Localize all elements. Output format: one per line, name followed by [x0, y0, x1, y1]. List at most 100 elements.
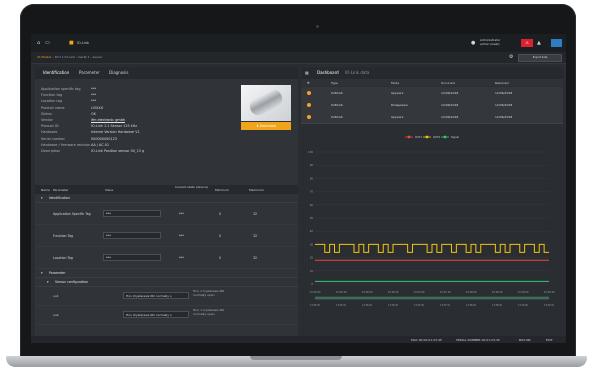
info-key: Status [41, 111, 52, 116]
info-key: Vendor [41, 117, 53, 122]
menu-button[interactable] [551, 39, 562, 47]
legend-marker [443, 135, 447, 139]
param-current: *** [179, 256, 184, 260]
breadcrumb-master[interactable]: IO-Master [37, 55, 52, 59]
status-mac: MAC 00:02:01:23:45 [411, 338, 442, 342]
y-tick-label: 10 [310, 269, 314, 273]
breadcrumb: IO-Master › Port 1 IO-Link › Gerät 1 › s… [37, 55, 103, 59]
export-button[interactable]: Export data [518, 54, 562, 62]
table-row: Application Specific Tag *** *** 0 32 [35, 203, 298, 225]
device-image [241, 85, 291, 121]
param-name: Application Specific Tag [53, 212, 91, 216]
user-icon[interactable]: ● [471, 40, 475, 46]
warning-icon [307, 91, 311, 95]
navigator-tick-label: 13:39:30 [544, 304, 554, 307]
event-mode: Appears [391, 91, 404, 95]
param-select[interactable]: Hno (hysteresis NO normally o [123, 292, 189, 299]
status-exit[interactable]: EXIT [546, 338, 553, 342]
section-parameter[interactable]: ▾ Parameter [35, 269, 298, 278]
info-key: Product name [41, 105, 65, 110]
navigator-tick-label: 13:36:30 [388, 304, 398, 307]
navigator-tick-label: 13:35:30 [336, 304, 346, 307]
tab-iolink-data[interactable]: IO-Link data [345, 70, 369, 75]
download-button[interactable]: ⬇ Download [241, 122, 291, 130]
alarm-button[interactable]: ⚠ [521, 39, 533, 47]
subsection-sensor-config[interactable]: ▾ Sensor configuration [35, 278, 298, 287]
download-label: Download [259, 124, 276, 128]
legend-label: Signal [451, 135, 459, 139]
info-value: AA / AC.01 [91, 142, 110, 147]
event-occurred: 12/06/2018 [441, 91, 459, 95]
tab-identification[interactable]: Identification [43, 70, 69, 75]
tab-parameter[interactable]: Parameter [79, 70, 100, 75]
info-key: Serial number [41, 136, 65, 141]
app-screen: ⌂ ▭ ■ IO-Link ● Administrator admin (Gas… [31, 34, 566, 343]
table-header: Name Parameter Value Current state (devi… [35, 185, 298, 194]
x-tick-label: 13:37:00 [414, 291, 425, 294]
param-input[interactable]: *** [103, 232, 161, 239]
navigator-tick-label: 13:38:30 [492, 304, 502, 307]
legend-label: OUT2 [433, 135, 441, 139]
top-bar: ⌂ ▭ ■ IO-Link ● Administrator admin (Gas… [31, 34, 566, 52]
info-value: *** [91, 93, 97, 98]
series-signal-line [315, 243, 549, 253]
laptop-notch [250, 356, 342, 360]
bell-icon[interactable]: ▲ [537, 40, 541, 46]
chevron-down-icon: ▾ [41, 196, 43, 200]
col-mode: Mode [391, 81, 400, 85]
subsection-label: Sensor configuration [55, 280, 89, 284]
info-value: IO-Link 1.1 Sensor 125 kHz [91, 124, 138, 129]
col-resolved: Resolved [495, 81, 509, 85]
param-note: Hno = hysteresis NO normally open [193, 289, 225, 297]
tab-diagnosis[interactable]: Diagnosis [109, 70, 128, 75]
param-name: ou2 [53, 313, 59, 317]
event-occurred: 12/06/2018 [441, 115, 459, 119]
param-select[interactable]: Hno (hysteresis NO normally o [123, 311, 189, 318]
vendor-link[interactable]: ifm electronic gmbh [91, 118, 125, 122]
table-row: ou1 Hno (hysteresis NO normally o Hno = … [35, 287, 298, 306]
tab-dashboard[interactable]: Dashboard [317, 70, 339, 75]
device-panel: Identification Parameter Diagnosis Appli… [35, 67, 298, 336]
col-current: Current state (device) [175, 185, 208, 189]
status-bus: BUS-NR [519, 338, 531, 342]
event-row[interactable]: 0x8CA0 Appears 12/06/2018 12/06/2018 [301, 111, 563, 124]
chevron-down-icon: ▾ [41, 271, 43, 275]
event-type: 0x8CA0 [331, 115, 343, 119]
param-input[interactable]: *** [103, 254, 161, 261]
device-tabs: Identification Parameter Diagnosis [35, 67, 298, 79]
section-label: Parameter [49, 271, 66, 275]
x-tick-label: 13:36:00 [362, 291, 373, 294]
monitor-icon[interactable]: ▭ [45, 40, 50, 46]
event-mode: Appears [391, 115, 404, 119]
info-value: Interne Version Hardware V1 [91, 130, 140, 135]
param-note: Hno = hysteresis NO normally open [193, 308, 225, 316]
info-key: Description [41, 148, 61, 153]
folder-icon[interactable]: ■ [69, 40, 74, 46]
param-min: 0 [219, 256, 222, 260]
navigator-tick-label: 13:38:00 [466, 304, 476, 307]
user-name: admin (Gast) [480, 42, 500, 46]
home-icon[interactable]: ⌂ [37, 40, 40, 46]
events-header: ⚑ Type Mode Occurred Resolved [301, 79, 563, 86]
param-max: 32 [253, 234, 258, 238]
col-value: Value [105, 188, 114, 192]
warning-icon [307, 115, 311, 119]
param-input[interactable]: *** [103, 210, 161, 217]
x-tick-label: 13:37:30 [440, 291, 451, 294]
param-max: 32 [253, 256, 258, 260]
grid-icon[interactable]: ▦ [305, 70, 309, 75]
legend-label: OUT1 [415, 135, 423, 139]
param-current: *** [179, 212, 184, 216]
navigator-tick-label: 13:36:00 [362, 304, 372, 307]
info-key: Function tag [41, 93, 63, 98]
gear-icon[interactable]: ⚙ [509, 54, 513, 60]
breadcrumb-path: › Port 1 IO-Link › Gerät 1 › sensor [52, 55, 103, 59]
section-identification[interactable]: ▾ Identification [35, 194, 298, 203]
flag-icon: ⚑ [307, 81, 310, 85]
x-tick-label: 13:35:00 [310, 291, 321, 294]
x-tick-label: 13:39:00 [518, 291, 529, 294]
chart-svg: 100908070605040302010013:35:00 13:35:30 13… [308, 135, 555, 307]
col-max: Maximum [249, 188, 264, 192]
event-type: 0x8CA0 [331, 91, 343, 95]
event-occurred: 12/06/2018 [441, 103, 459, 107]
